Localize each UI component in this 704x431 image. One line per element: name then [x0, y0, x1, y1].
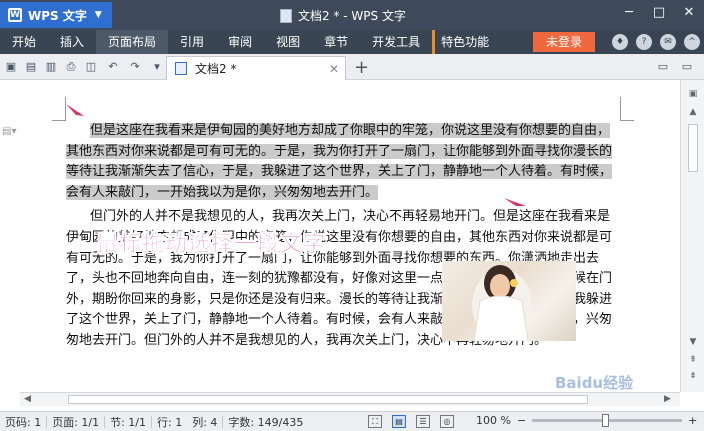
outline-view-icon[interactable]: ☰ [416, 415, 430, 428]
paragraph-selected[interactable]: 但是这座在我看来是伊甸园的美好地方却成了你眼中的牢笼，你说这里没有你想要的自由，… [66, 121, 622, 203]
status-column: 列: 4 [192, 415, 218, 429]
chevron-down-icon: ▼ [94, 10, 102, 20]
menu-view[interactable]: 视图 [264, 30, 312, 54]
zoom-slider-knob[interactable] [602, 414, 610, 427]
scroll-up-icon[interactable]: ▲ [687, 106, 699, 118]
selected-text[interactable]: 但是这座在我看来是伊甸园的美好地方却成了你眼中的牢笼，你说这里没有你想要的自由，… [66, 123, 613, 200]
toolbar-dropdown-icon[interactable]: ▾ [150, 60, 164, 74]
menu-bar: 开始 插入 页面布局 引用 审阅 视图 章节 开发工具 特色功能 未登录 ♦ ?… [0, 30, 704, 54]
vertical-scroll-thumb[interactable] [688, 124, 698, 172]
vertical-scrollbar[interactable]: ▣ ▲ ▼ ⇞ ⇟ [680, 80, 704, 392]
status-bar: 页码: 1 页面: 1/1 节: 1/1 行: 1 列: 4 字数: 149/4… [0, 411, 704, 431]
window-title-text: 文档2 * - WPS 文字 [298, 9, 406, 23]
zoom-value[interactable]: 100 % [476, 414, 511, 427]
print-icon[interactable]: ⎙ [64, 60, 78, 74]
status-line: 行: 1 [157, 415, 183, 429]
document-tab-label: 文档2 * [195, 62, 237, 76]
document-tab[interactable]: 文档2 * ✕ [166, 56, 346, 80]
open-folder-icon[interactable]: ▣ [4, 60, 18, 74]
zoom-control: 100 % − + [476, 414, 697, 427]
close-button[interactable]: ✕ [680, 5, 698, 20]
arrow-start-icon [66, 104, 84, 116]
margin-corner-top-right [620, 97, 634, 121]
menu-review[interactable]: 审阅 [216, 30, 264, 54]
menu-special-features[interactable]: 特色功能 [432, 30, 501, 54]
zoom-slider[interactable] [532, 414, 683, 427]
horizontal-scrollbar[interactable]: ◀ ▶ [20, 392, 680, 406]
web-view-icon[interactable]: ◎ [440, 415, 454, 428]
status-pages: 页面: 1/1 [52, 415, 100, 429]
close-tab-icon[interactable]: ✕ [329, 62, 339, 76]
login-button[interactable]: 未登录 [533, 32, 595, 52]
status-section: 节: 1/1 [110, 415, 147, 429]
overlay-caption: 鼠标拖动选择一段文字 [96, 232, 327, 258]
scroll-down-icon[interactable]: ▼ [687, 336, 699, 348]
scroll-left-icon[interactable]: ◀ [24, 394, 31, 404]
undo-icon[interactable]: ↶ [106, 60, 120, 74]
tab-menu-icon[interactable]: ▭ [680, 60, 694, 74]
inserted-photo[interactable] [442, 261, 576, 341]
baidu-watermark: Baidu经验 [555, 374, 634, 392]
photo-image [472, 265, 532, 341]
minimize-button[interactable]: ─ [620, 5, 638, 20]
scroll-right-icon[interactable]: ▶ [664, 394, 671, 404]
menu-developer[interactable]: 开发工具 [360, 30, 432, 54]
app-menu-button[interactable]: W WPS 文字 ▼ [0, 2, 112, 28]
app-name: WPS 文字 [28, 8, 87, 23]
skin-icon[interactable]: ♦ [612, 34, 628, 50]
tab-list-icon[interactable]: ▭ [656, 60, 670, 74]
window-title: 文档2 * - WPS 文字 [280, 7, 406, 24]
status-page-number[interactable]: 页码: 1 [0, 414, 46, 430]
save-icon[interactable]: ▤ [24, 60, 38, 74]
menu-home[interactable]: 开始 [0, 30, 48, 54]
new-tab-button[interactable]: + [354, 57, 369, 78]
full-screen-view-icon[interactable]: ⛶ [368, 415, 382, 428]
print-preview-icon[interactable]: ◫ [84, 60, 98, 74]
menu-right-icons: ♦ ? ✉ ^ [612, 34, 700, 50]
help-icon[interactable]: ? [636, 34, 652, 50]
collapse-ribbon-icon[interactable]: ^ [684, 34, 700, 50]
zoom-out-icon[interactable]: − [517, 414, 526, 427]
title-bar: W WPS 文字 ▼ 文档2 * - WPS 文字 ─ □ ✕ [0, 0, 704, 30]
window-controls: ─ □ ✕ [620, 5, 698, 20]
quick-toolbar: ▣ ▤ ▥ ⎙ ◫ ↶ ↷ ▾ 文档2 * ✕ + ▭ ▭ [0, 54, 704, 80]
page-nav-icon[interactable]: ▣ [687, 88, 699, 100]
redo-icon[interactable]: ↷ [128, 60, 142, 74]
document-icon [280, 8, 292, 23]
zoom-in-icon[interactable]: + [688, 414, 697, 427]
page-view-icon[interactable]: ▤ [392, 415, 406, 428]
export-pdf-icon[interactable]: ▥ [44, 60, 58, 74]
wps-logo-icon: W [8, 8, 22, 22]
document-tab-icon [175, 62, 187, 75]
menu-insert[interactable]: 插入 [48, 30, 96, 54]
maximize-button[interactable]: □ [650, 5, 668, 20]
horizontal-scroll-thumb[interactable] [68, 395, 588, 404]
menu-chapter[interactable]: 章节 [312, 30, 360, 54]
feedback-icon[interactable]: ✉ [660, 34, 676, 50]
next-page-icon[interactable]: ⇟ [687, 370, 699, 382]
arrow-end-icon [504, 198, 526, 206]
menu-page-layout[interactable]: 页面布局 [96, 30, 169, 54]
view-mode-switcher: ⛶ ▤ ☰ ◎ [368, 415, 454, 428]
status-word-count[interactable]: 字数: 149/435 [223, 414, 308, 430]
menu-references[interactable]: 引用 [168, 30, 216, 54]
previous-page-icon[interactable]: ⇞ [687, 354, 699, 366]
paste-options-icon[interactable]: ▤▾ [2, 126, 16, 137]
